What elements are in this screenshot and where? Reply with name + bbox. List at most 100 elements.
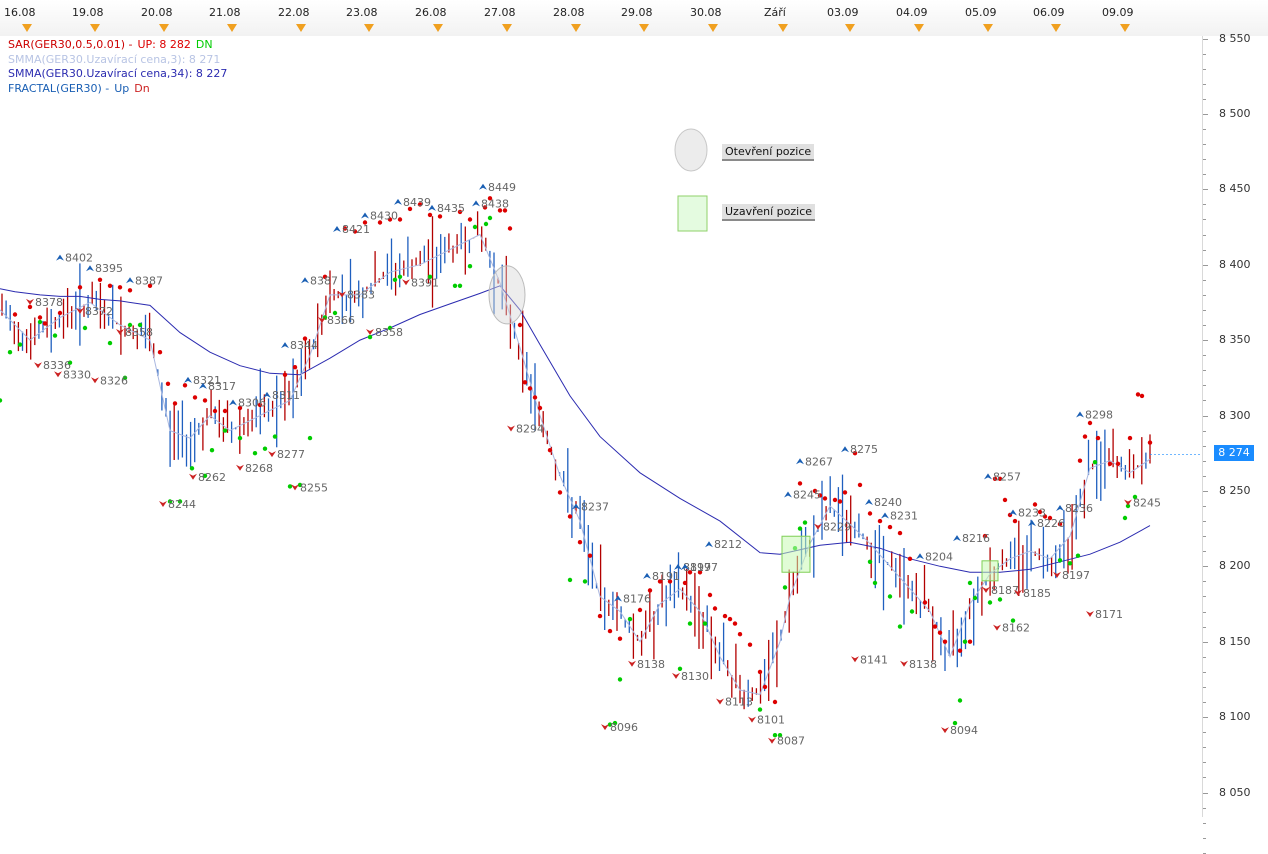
price-chart[interactable]: 8402839583878321831783068311834483878421…	[0, 0, 1268, 817]
legend-up-value: Up	[114, 81, 130, 95]
fractal-up-label: 8439	[403, 196, 431, 209]
price-axis[interactable]: 8 550 8 500 8 450 8 400 8 350 8 300 8 250 8 200…	[1202, 32, 1268, 854]
sar-up-dot	[997, 597, 1003, 602]
date-marker-icon	[571, 24, 581, 32]
sar-dn-dot	[202, 398, 208, 403]
fractal-up-label: 8395	[95, 262, 123, 275]
fractal-up-arrow-icon	[126, 277, 134, 284]
fractal-dn-arrow-icon	[91, 377, 99, 384]
sar-dn-dot	[967, 639, 973, 644]
fractal-up-label: 8438	[481, 197, 509, 210]
sar-dn-dot	[727, 616, 733, 622]
sar-up-dot	[252, 451, 258, 456]
price-minor-tick	[1203, 686, 1206, 688]
sar-dn-dot	[1095, 435, 1101, 441]
date-label: 20.08	[141, 6, 173, 19]
close-position-marker[interactable]	[781, 535, 811, 573]
sar-up-dot	[0, 398, 3, 403]
legend-name: SMMA(GER30.Uzavírací cena,34): 8 227	[8, 67, 228, 80]
fractal-dn-label: 8294	[516, 423, 544, 436]
sar-dn-dot	[165, 381, 171, 386]
price-tick-label: 8 050	[1219, 785, 1251, 799]
legend-separator: -	[101, 81, 110, 95]
sar-dn-dot	[427, 212, 433, 218]
sar-dn-dot	[1139, 393, 1145, 399]
price-tick-label: 8 350	[1219, 333, 1251, 347]
sar-dn-dot	[747, 642, 753, 647]
sar-dn-dot	[97, 277, 103, 282]
legend-dn-value: DN	[195, 38, 213, 51]
fractal-dn-label: 8101	[757, 714, 785, 727]
sar-dn-dot	[957, 648, 963, 653]
sar-dn-dot	[1107, 461, 1113, 466]
fractal-up-arrow-icon	[916, 553, 924, 560]
fractal-dn-arrow-icon	[116, 329, 124, 336]
sar-dn-dot	[707, 592, 713, 598]
sar-dn-dot	[172, 401, 178, 406]
fractal-dn-label: 8197	[1062, 569, 1090, 582]
sar-up-dot	[897, 624, 903, 629]
price-minor-tick	[1203, 822, 1206, 824]
price-minor-tick	[1203, 309, 1206, 311]
legend-name: SAR(GER30,0.5,0.01)	[8, 38, 126, 51]
fractal-up-label: 8387	[135, 274, 163, 287]
sar-dn-dot	[467, 217, 473, 222]
fractal-up-arrow-icon	[56, 254, 64, 261]
price-minor-tick	[1203, 460, 1206, 462]
fractal-dn-arrow-icon	[189, 473, 197, 480]
fractal-up-label: 8267	[805, 455, 833, 468]
price-tick-label: 8 150	[1219, 634, 1251, 648]
price-minor-tick	[1203, 837, 1206, 839]
fractal-up-label: 8191	[652, 570, 680, 583]
sar-dn-dot	[1147, 440, 1153, 445]
sar-dn-dot	[617, 636, 623, 641]
date-label: Září	[764, 6, 786, 19]
price-tick-mark	[1203, 264, 1208, 266]
fractal-dn-arrow-icon	[268, 451, 276, 458]
fractal-dn-label: 8268	[245, 462, 273, 475]
sar-dn-dot	[117, 285, 123, 290]
fractal-up-arrow-icon	[281, 342, 289, 349]
price-tick-label: 8 550	[1219, 31, 1251, 45]
open-position-marker[interactable]	[488, 265, 526, 325]
sar-dn-dot	[682, 580, 688, 586]
price-minor-tick	[1203, 732, 1206, 734]
fractal-up-label: 8257	[993, 470, 1021, 483]
price-minor-tick	[1203, 279, 1206, 281]
date-marker-icon	[914, 24, 924, 32]
close-position-label[interactable]: Uzavření pozice	[722, 204, 816, 221]
fractal-up-arrow-icon	[229, 399, 237, 406]
legend-up-value: UP: 8 282	[137, 38, 191, 51]
price-minor-tick	[1203, 385, 1206, 387]
price-minor-tick	[1203, 83, 1206, 85]
fractal-dn-label: 8138	[909, 658, 937, 671]
sar-dn-dot	[1012, 518, 1018, 524]
date-label: 21.08	[209, 6, 241, 19]
price-minor-tick	[1203, 98, 1206, 100]
fractal-dn-label: 8366	[327, 314, 355, 327]
sar-dn-dot	[722, 613, 728, 619]
fractal-up-label: 8212	[714, 538, 742, 551]
fractal-up-label: 8430	[370, 209, 398, 222]
date-marker-icon	[845, 24, 855, 32]
sar-dn-dot	[107, 283, 113, 288]
fractal-up-arrow-icon	[784, 491, 792, 498]
sar-up-dot	[107, 340, 113, 346]
fractal-up-arrow-icon	[301, 277, 309, 284]
price-minor-tick	[1203, 581, 1206, 583]
price-minor-tick	[1203, 807, 1206, 809]
price-tick-label: 8 450	[1219, 182, 1251, 196]
date-marker-icon	[227, 24, 237, 32]
sar-up-dot	[472, 224, 478, 230]
close-position-marker[interactable]	[981, 560, 999, 582]
fractal-dn-label: 8383	[347, 288, 375, 301]
sar-dn-dot	[607, 628, 613, 634]
sar-up-dot	[452, 283, 458, 288]
fractal-dn-label: 8171	[1095, 608, 1123, 621]
fractal-dn-label: 8229	[823, 521, 851, 534]
fractal-dn-arrow-icon	[26, 298, 34, 305]
open-position-label[interactable]: Otevření pozice	[722, 144, 815, 161]
close-position-legend-icon	[677, 195, 708, 232]
sar-dn-dot	[822, 496, 828, 501]
fractal-up-arrow-icon	[472, 200, 480, 207]
